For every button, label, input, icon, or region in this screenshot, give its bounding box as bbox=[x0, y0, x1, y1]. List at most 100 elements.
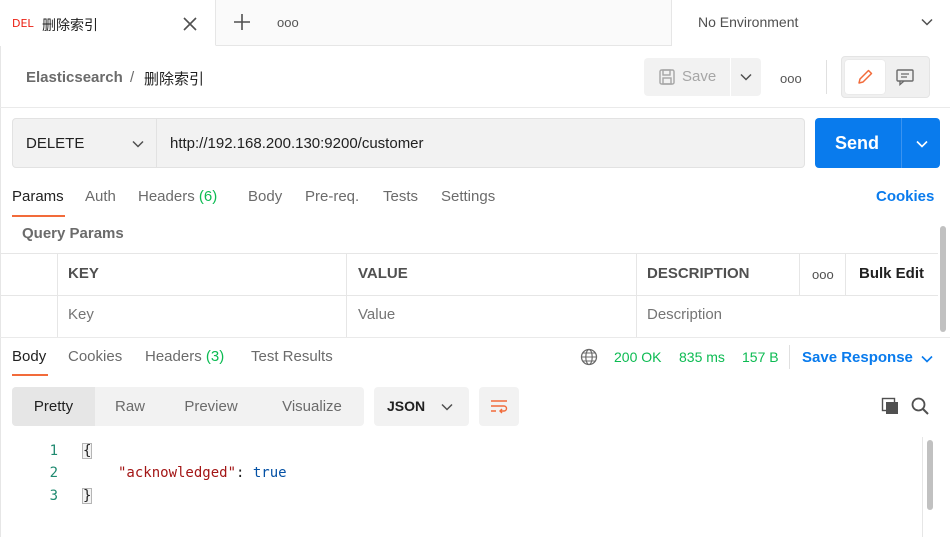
breadcrumb-collection[interactable]: Elasticsearch bbox=[26, 69, 123, 86]
tab-body[interactable]: Body bbox=[248, 188, 282, 205]
wrap-icon bbox=[491, 400, 508, 414]
view-visualize-button[interactable]: Visualize bbox=[257, 387, 367, 426]
line-number: 2 bbox=[49, 465, 58, 481]
cookies-link[interactable]: Cookies bbox=[876, 188, 934, 205]
format-select[interactable]: JSON bbox=[374, 387, 469, 426]
table-border bbox=[346, 253, 347, 337]
breadcrumb-bar: Elasticsearch / 删除索引 Save ooo bbox=[0, 46, 950, 108]
column-header-key: KEY bbox=[68, 265, 99, 282]
save-icon bbox=[658, 68, 676, 86]
breadcrumb-request-name[interactable]: 删除索引 bbox=[144, 68, 204, 89]
response-tab-body[interactable]: Body bbox=[12, 348, 46, 365]
pencil-icon bbox=[858, 69, 873, 84]
wrap-lines-button[interactable] bbox=[479, 387, 519, 426]
active-tab-indicator bbox=[12, 215, 65, 217]
method-badge: DEL bbox=[12, 17, 34, 30]
globe-icon[interactable] bbox=[580, 348, 598, 366]
response-tab-test-results[interactable]: Test Results bbox=[251, 348, 333, 365]
json-line: "acknowledged": true bbox=[118, 465, 287, 481]
chevron-down-icon bbox=[440, 400, 454, 414]
tab-headers-label: Headers bbox=[138, 188, 195, 205]
format-label: JSON bbox=[387, 398, 426, 414]
save-label: Save bbox=[682, 68, 717, 85]
copy-icon[interactable] bbox=[880, 396, 900, 416]
chevron-down-icon bbox=[916, 140, 928, 148]
active-tab-indicator bbox=[12, 374, 48, 376]
left-border bbox=[0, 46, 1, 537]
more-tabs-icon[interactable]: ooo bbox=[277, 15, 299, 30]
tab-title: 删除索引 bbox=[42, 18, 98, 34]
tab-prerequest[interactable]: Pre-req. bbox=[305, 188, 359, 205]
param-description-input[interactable] bbox=[647, 303, 927, 325]
response-time[interactable]: 835 ms bbox=[679, 349, 725, 365]
query-params-title: Query Params bbox=[22, 225, 124, 242]
save-response-button[interactable]: Save Response bbox=[802, 349, 913, 366]
param-key-input[interactable] bbox=[68, 303, 338, 325]
line-number: 1 bbox=[49, 443, 58, 459]
request-tab[interactable]: DEL 删除索引 bbox=[0, 0, 216, 46]
tab-tests[interactable]: Tests bbox=[383, 188, 418, 205]
json-key: "acknowledged" bbox=[118, 465, 237, 481]
environment-label: No Environment bbox=[698, 14, 799, 30]
send-button[interactable]: Send bbox=[815, 118, 901, 168]
column-header-description: DESCRIPTION bbox=[647, 265, 750, 282]
json-colon: : bbox=[236, 465, 253, 481]
chevron-down-icon bbox=[131, 137, 145, 151]
tab-params[interactable]: Params bbox=[12, 188, 64, 205]
table-border bbox=[799, 253, 800, 295]
divider bbox=[826, 60, 827, 94]
environment-selector[interactable]: No Environment bbox=[671, 0, 950, 46]
scrollbar-thumb[interactable] bbox=[940, 226, 946, 332]
column-header-value: VALUE bbox=[358, 265, 408, 282]
url-text: http://192.168.200.130:9200/customer bbox=[170, 135, 424, 152]
plus-icon[interactable] bbox=[232, 12, 252, 32]
response-size[interactable]: 157 B bbox=[742, 349, 779, 365]
more-actions-icon[interactable]: ooo bbox=[780, 71, 802, 86]
table-border bbox=[57, 253, 58, 337]
json-open-brace: { bbox=[82, 443, 93, 459]
send-options-button[interactable] bbox=[901, 118, 940, 168]
view-pretty-button[interactable]: Pretty bbox=[12, 387, 95, 426]
method-select[interactable]: DELETE bbox=[12, 118, 157, 168]
edit-mode-button[interactable] bbox=[845, 60, 885, 94]
chevron-down-icon[interactable] bbox=[920, 352, 934, 366]
url-input[interactable]: http://192.168.200.130:9200/customer bbox=[157, 118, 805, 168]
method-label: DELETE bbox=[26, 135, 85, 152]
mode-toggle bbox=[841, 56, 930, 98]
view-raw-button[interactable]: Raw bbox=[95, 387, 165, 426]
line-number: 3 bbox=[49, 488, 58, 504]
json-close-brace: } bbox=[82, 488, 93, 504]
tab-auth[interactable]: Auth bbox=[85, 188, 116, 205]
pane-divider[interactable] bbox=[0, 337, 950, 338]
param-value-input[interactable] bbox=[358, 303, 628, 325]
bulk-edit-button[interactable]: Bulk Edit bbox=[859, 265, 924, 282]
send-label: Send bbox=[835, 133, 880, 153]
table-border bbox=[1, 253, 938, 254]
table-border bbox=[845, 253, 846, 295]
response-headers-count: (3) bbox=[205, 348, 225, 365]
tab-headers[interactable]: Headers (6) bbox=[138, 188, 217, 205]
status-code[interactable]: 200 OK bbox=[614, 349, 661, 365]
view-mode-group: Pretty Raw Preview Visualize bbox=[12, 387, 364, 426]
search-icon[interactable] bbox=[910, 396, 930, 416]
tab-settings[interactable]: Settings bbox=[441, 188, 495, 205]
comment-icon[interactable] bbox=[895, 68, 915, 86]
view-preview-button[interactable]: Preview bbox=[165, 387, 257, 426]
chevron-down-icon bbox=[740, 73, 752, 81]
breadcrumb-separator: / bbox=[130, 69, 135, 86]
divider bbox=[789, 345, 790, 369]
headers-count: (6) bbox=[198, 188, 218, 205]
table-border bbox=[636, 253, 637, 337]
table-border bbox=[1, 295, 938, 296]
response-tab-cookies[interactable]: Cookies bbox=[68, 348, 122, 365]
response-tab-headers-label: Headers bbox=[145, 348, 202, 365]
save-button[interactable]: Save bbox=[644, 58, 730, 96]
table-options-icon[interactable]: ooo bbox=[812, 267, 834, 282]
scrollbar-thumb[interactable] bbox=[927, 440, 933, 510]
json-value: true bbox=[252, 465, 287, 481]
close-icon[interactable] bbox=[181, 15, 199, 33]
response-tab-headers[interactable]: Headers (3) bbox=[145, 348, 224, 365]
chevron-down-icon bbox=[920, 15, 934, 29]
editor-divider bbox=[922, 437, 923, 537]
save-options-button[interactable] bbox=[731, 58, 761, 96]
